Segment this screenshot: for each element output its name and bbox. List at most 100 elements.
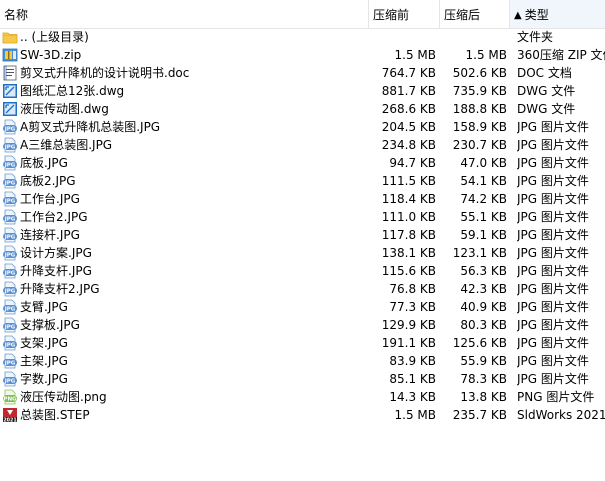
jpg-file-icon: JPG xyxy=(2,353,18,369)
file-row[interactable]: JPG A三维总装图.JPG 234.8 KB 230.7 KB JPG 图片文件 xyxy=(0,136,605,154)
file-row[interactable]: JPG 连接杆.JPG 117.8 KB 59.1 KB JPG 图片文件 xyxy=(0,226,605,244)
size-after-cell: 13.8 KB xyxy=(460,390,507,404)
size-after-cell: 78.3 KB xyxy=(460,372,507,386)
file-row[interactable]: JPG 支撑板.JPG 129.9 KB 80.3 KB JPG 图片文件 xyxy=(0,316,605,334)
name-cell: JPG 字数.JPG xyxy=(2,370,370,388)
header-compressed-after[interactable]: 压缩后 xyxy=(439,0,509,28)
type-cell: JPG 图片文件 xyxy=(517,138,589,152)
file-row[interactable]: SW-3D.zip 1.5 MB 1.5 MB 360压缩 ZIP 文件 xyxy=(0,46,605,64)
file-row[interactable]: 剪叉式升降机的设计说明书.doc 764.7 KB 502.6 KB DOC 文档 xyxy=(0,64,605,82)
size-before-cell: 111.0 KB xyxy=(381,210,436,224)
svg-text:JPG: JPG xyxy=(4,325,16,331)
file-row[interactable]: JPG 底板2.JPG 111.5 KB 54.1 KB JPG 图片文件 xyxy=(0,172,605,190)
type-cell: JPG 图片文件 xyxy=(517,282,589,296)
size-after-cell: 158.9 KB xyxy=(452,120,507,134)
name-cell: 液压传动图.dwg xyxy=(2,100,370,118)
name-cell: JPG A三维总装图.JPG xyxy=(2,136,370,154)
type-cell: JPG 图片文件 xyxy=(517,192,589,206)
parent-directory-row[interactable]: .. (上级目录) 文件夹 xyxy=(0,28,605,46)
dwg-file-icon xyxy=(2,83,18,99)
name-cell: JPG 工作台2.JPG xyxy=(2,208,370,226)
type-cell: 文件夹 xyxy=(517,30,554,44)
file-row[interactable]: PNG 液压传动图.png 14.3 KB 13.8 KB PNG 图片文件 xyxy=(0,388,605,406)
size-after-cell: 42.3 KB xyxy=(460,282,507,296)
jpg-file-icon: JPG xyxy=(2,371,18,387)
name-cell: JPG 底板2.JPG xyxy=(2,172,370,190)
size-after-cell: 54.1 KB xyxy=(460,174,507,188)
file-row[interactable]: JPG 支臂.JPG 77.3 KB 40.9 KB JPG 图片文件 xyxy=(0,298,605,316)
file-row[interactable]: JPG 支架.JPG 191.1 KB 125.6 KB JPG 图片文件 xyxy=(0,334,605,352)
jpg-file-icon: JPG xyxy=(2,299,18,315)
size-before-cell: 234.8 KB xyxy=(381,138,436,152)
name-cell: JPG 工作台.JPG xyxy=(2,190,370,208)
svg-text:JPG: JPG xyxy=(4,307,16,313)
name-cell: JPG 底板.JPG xyxy=(2,154,370,172)
file-name: 字数.JPG xyxy=(20,372,68,386)
file-row[interactable]: JPG 工作台.JPG 118.4 KB 74.2 KB JPG 图片文件 xyxy=(0,190,605,208)
zip-file-icon xyxy=(2,47,18,63)
file-row[interactable]: 2021 总装图.STEP 1.5 MB 235.7 KB SldWorks 2021 xyxy=(0,406,605,424)
type-cell: JPG 图片文件 xyxy=(517,120,589,134)
svg-text:JPG: JPG xyxy=(4,181,16,187)
jpg-file-icon: JPG xyxy=(2,191,18,207)
file-row[interactable]: JPG 工作台2.JPG 111.0 KB 55.1 KB JPG 图片文件 xyxy=(0,208,605,226)
file-name: 设计方案.JPG xyxy=(20,246,92,260)
file-row[interactable]: JPG 设计方案.JPG 138.1 KB 123.1 KB JPG 图片文件 xyxy=(0,244,605,262)
size-before-cell: 764.7 KB xyxy=(381,66,436,80)
name-cell: PNG 液压传动图.png xyxy=(2,388,370,406)
size-before-cell: 111.5 KB xyxy=(381,174,436,188)
name-cell: 2021 总装图.STEP xyxy=(2,406,370,424)
file-name: 剪叉式升降机的设计说明书.doc xyxy=(20,66,190,80)
size-before-cell: 115.6 KB xyxy=(381,264,436,278)
file-name: 工作台2.JPG xyxy=(20,210,88,224)
jpg-file-icon: JPG xyxy=(2,209,18,225)
size-before-cell: 204.5 KB xyxy=(381,120,436,134)
header-name[interactable]: 名称 xyxy=(0,0,368,28)
svg-text:JPG: JPG xyxy=(4,127,16,133)
svg-text:PNG: PNG xyxy=(3,397,17,403)
file-name: 支臂.JPG xyxy=(20,300,68,314)
sort-ascending-icon: ▲ xyxy=(514,10,522,21)
file-row[interactable]: 液压传动图.dwg 268.6 KB 188.8 KB DWG 文件 xyxy=(0,100,605,118)
png-file-icon: PNG xyxy=(2,389,18,405)
svg-text:JPG: JPG xyxy=(4,289,16,295)
file-row[interactable]: 图纸汇总12张.dwg 881.7 KB 735.9 KB DWG 文件 xyxy=(0,82,605,100)
name-cell: 剪叉式升降机的设计说明书.doc xyxy=(2,64,370,82)
size-before-cell: 14.3 KB xyxy=(389,390,436,404)
file-name: SW-3D.zip xyxy=(20,48,82,62)
type-cell: 360压缩 ZIP 文件 xyxy=(517,48,605,62)
size-after-cell: 230.7 KB xyxy=(452,138,507,152)
svg-text:2021: 2021 xyxy=(3,417,16,423)
size-after-cell: 735.9 KB xyxy=(452,84,507,98)
svg-text:JPG: JPG xyxy=(4,361,16,367)
size-before-cell: 117.8 KB xyxy=(381,228,436,242)
file-name: 液压传动图.dwg xyxy=(20,102,109,116)
type-cell: JPG 图片文件 xyxy=(517,354,589,368)
file-name: 升降支杆.JPG xyxy=(20,264,92,278)
type-cell: PNG 图片文件 xyxy=(517,390,595,404)
file-name: 连接杆.JPG xyxy=(20,228,80,242)
size-before-cell: 76.8 KB xyxy=(389,282,436,296)
header-type[interactable]: ▲ 类型 xyxy=(509,0,605,28)
size-after-cell: 1.5 MB xyxy=(465,48,507,62)
size-after-cell: 123.1 KB xyxy=(452,246,507,260)
name-cell: JPG 升降支杆.JPG xyxy=(2,262,370,280)
size-before-cell: 191.1 KB xyxy=(381,336,436,350)
file-row[interactable]: JPG 升降支杆.JPG 115.6 KB 56.3 KB JPG 图片文件 xyxy=(0,262,605,280)
file-row[interactable]: JPG 字数.JPG 85.1 KB 78.3 KB JPG 图片文件 xyxy=(0,370,605,388)
header-compressed-before[interactable]: 压缩前 xyxy=(368,0,439,28)
file-row[interactable]: JPG 升降支杆2.JPG 76.8 KB 42.3 KB JPG 图片文件 xyxy=(0,280,605,298)
size-after-cell: 47.0 KB xyxy=(460,156,507,170)
file-row[interactable]: JPG 主架.JPG 83.9 KB 55.9 KB JPG 图片文件 xyxy=(0,352,605,370)
type-cell: JPG 图片文件 xyxy=(517,174,589,188)
file-row[interactable]: JPG 底板.JPG 94.7 KB 47.0 KB JPG 图片文件 xyxy=(0,154,605,172)
type-cell: JPG 图片文件 xyxy=(517,156,589,170)
size-before-cell: 118.4 KB xyxy=(381,192,436,206)
dwg-file-icon xyxy=(2,101,18,117)
file-list: .. (上级目录) 文件夹 SW-3D.zip 1.5 MB 1.5 MB 360压缩 Z… xyxy=(0,28,605,424)
size-before-cell: 138.1 KB xyxy=(381,246,436,260)
file-row[interactable]: JPG A剪叉式升降机总装图.JPG 204.5 KB 158.9 KB JPG 图片文… xyxy=(0,118,605,136)
name-cell: 图纸汇总12张.dwg xyxy=(2,82,370,100)
size-before-cell: 1.5 MB xyxy=(394,408,436,422)
svg-text:JPG: JPG xyxy=(4,199,16,205)
